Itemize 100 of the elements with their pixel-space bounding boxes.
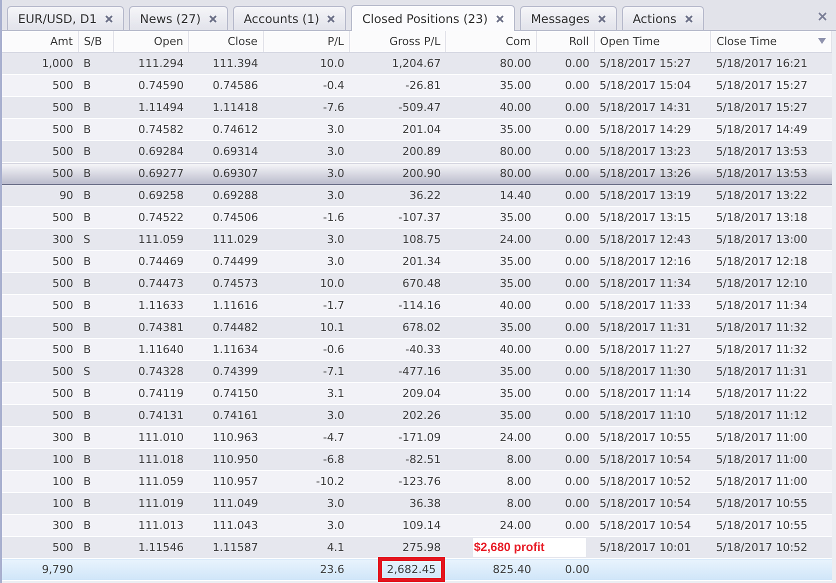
table-row[interactable]: 500 B 0.74381 0.74482 10.1 678.02 35.00 0.00 5/18/2017 11:31 5/18/2017 11:32: [2, 316, 832, 338]
table-row[interactable]: 300 B 111.013 111.043 3.0 109.14 24.00 0.00 5/18/2017 10:54 5/18/2017 10:55: [2, 514, 832, 536]
table-cell: 201.04: [402, 123, 441, 136]
table-row[interactable]: 500 B 0.69277 0.69307 3.0 200.90 80.00 0.00 5/18/2017 13:26 5/18/2017 13:53: [2, 162, 832, 184]
table-row[interactable]: 500 B 1.11546 1.11587 4.1 275.98 $2,680 profit 5/18/2017 10:01 5/18/2017 10:52: [2, 536, 832, 558]
table-cell: 111.013: [138, 519, 184, 532]
table-cell: 0.74469: [138, 255, 184, 268]
table-cell: 3.0: [326, 123, 344, 136]
table-cell: 5/18/2017 10:54: [599, 497, 692, 510]
table-cell: 0.00: [564, 299, 590, 312]
total-cell: 825.40: [492, 563, 532, 576]
table-cell: S: [83, 365, 90, 378]
table-row[interactable]: 1,000 B 111.294 111.394 10.0 1,204.67 80.00 0.00 5/18/2017 15:27 5/18/2017 16:21: [2, 52, 832, 74]
column-header[interactable]: Gross P/L: [349, 31, 446, 52]
table-row[interactable]: 500 B 0.74590 0.74586 -0.4 -26.81 35.00 0.00 5/18/2017 15:04 5/18/2017 15:27: [2, 74, 832, 96]
table-cell: 111.049: [212, 497, 258, 510]
table-cell: 111.029: [212, 233, 258, 246]
close-icon[interactable]: [496, 14, 504, 22]
table-cell: 3.0: [326, 497, 344, 510]
table-cell: 0.74131: [138, 409, 184, 422]
table-row[interactable]: 500 B 0.74473 0.74573 10.0 670.48 35.00 0.00 5/18/2017 11:34 5/18/2017 12:10: [2, 272, 832, 294]
table-cell: 275.98: [402, 541, 441, 554]
table-cell: 0.00: [564, 497, 590, 510]
table-cell: 5/18/2017 10:54: [599, 519, 692, 532]
table-cell: 36.22: [409, 189, 441, 202]
table-cell: -4.7: [322, 431, 344, 444]
table-row[interactable]: 500 B 0.74469 0.74499 3.0 201.34 35.00 0.00 5/18/2017 12:16 5/18/2017 12:18: [2, 250, 832, 272]
close-icon[interactable]: [598, 14, 606, 22]
tab[interactable]: News (27): [128, 6, 228, 30]
table-cell: B: [83, 343, 91, 356]
column-header[interactable]: S/B: [78, 31, 114, 52]
table-row[interactable]: 500 B 0.69284 0.69314 3.0 200.89 80.00 0.00 5/18/2017 13:23 5/18/2017 13:53: [2, 140, 832, 162]
table-cell: 110.963: [212, 431, 258, 444]
table-row[interactable]: 500 B 0.74119 0.74150 3.1 209.04 35.00 0.00 5/18/2017 11:14 5/18/2017 11:22: [2, 382, 832, 404]
table-row[interactable]: 500 B 1.11640 1.11634 -0.6 -40.33 40.00 0.00 5/18/2017 11:27 5/18/2017 11:32: [2, 338, 832, 360]
column-header[interactable]: Amt: [2, 31, 78, 52]
table-cell: 500: [52, 409, 74, 422]
close-icon[interactable]: [818, 12, 827, 21]
table-cell: 300: [52, 519, 74, 532]
table-cell: 5/18/2017 10:55: [716, 519, 808, 532]
table-cell: B: [83, 541, 91, 554]
table-cell: B: [83, 409, 91, 422]
table-cell: 500: [52, 101, 74, 114]
table-cell: 0.00: [564, 409, 590, 422]
table-cell: 5/18/2017 13:18: [716, 211, 808, 224]
tab[interactable]: Actions: [622, 6, 704, 30]
table-row[interactable]: 100 B 111.019 111.049 3.0 36.38 8.00 0.00 5/18/2017 10:54 5/18/2017 10:55: [2, 492, 832, 514]
tab[interactable]: Accounts (1): [232, 6, 346, 30]
table-row[interactable]: 500 S 0.74328 0.74399 -7.1 -477.16 35.00 0.00 5/18/2017 11:30 5/18/2017 11:31: [2, 360, 832, 382]
table-row[interactable]: 90 B 0.69258 0.69288 3.0 36.22 14.40 0.00 5/18/2017 13:19 5/18/2017 13:22: [2, 184, 832, 206]
close-icon[interactable]: [327, 14, 336, 22]
column-header[interactable]: Close: [188, 31, 264, 52]
tab[interactable]: Messages: [520, 6, 617, 30]
table-cell: 35.00: [500, 255, 532, 268]
column-header[interactable]: Roll: [536, 31, 594, 52]
table-row[interactable]: 300 B 111.010 110.963 -4.7 -171.09 24.00 0.00 5/18/2017 10:55 5/18/2017 11:00: [2, 426, 832, 448]
close-icon[interactable]: [104, 14, 113, 22]
table-row[interactable]: 500 B 0.74522 0.74506 -1.6 -107.37 35.00 0.00 5/18/2017 13:15 5/18/2017 13:18: [2, 206, 832, 228]
table-cell: 5/18/2017 13:53: [716, 145, 808, 158]
table-cell: 1.11418: [212, 101, 258, 114]
close-icon[interactable]: [208, 14, 217, 22]
table-row[interactable]: 500 B 0.74131 0.74161 3.0 202.26 35.00 0.00 5/18/2017 11:10 5/18/2017 11:12: [2, 404, 832, 426]
table-row[interactable]: 500 B 1.11633 1.11616 -1.7 -114.16 40.00 0.00 5/18/2017 11:33 5/18/2017 11:34: [2, 294, 832, 316]
table-row[interactable]: 500 B 1.11494 1.11418 -7.6 -509.47 40.00 0.00 5/18/2017 14:31 5/18/2017 15:27: [2, 96, 832, 118]
table-cell: 0.74522: [138, 211, 184, 224]
table-cell: 3.0: [326, 519, 344, 532]
table-cell: -26.81: [405, 79, 441, 92]
column-header[interactable]: Open Time: [594, 31, 711, 52]
total-cell: 0.00: [564, 563, 590, 576]
table-cell: -477.16: [398, 365, 441, 378]
table-cell: 3.0: [326, 189, 344, 202]
table-cell: 8.00: [506, 497, 532, 510]
table-cell: 5/18/2017 15:04: [599, 79, 692, 92]
tab[interactable]: Closed Positions (23): [351, 5, 515, 31]
table-cell: 100: [52, 497, 74, 510]
column-header[interactable]: Com: [446, 31, 536, 52]
column-header[interactable]: P/L: [263, 31, 350, 52]
table-row[interactable]: 500 B 0.74582 0.74612 3.0 201.04 35.00 0.00 5/18/2017 14:29 5/18/2017 14:49: [2, 118, 832, 140]
table-cell: B: [83, 475, 91, 488]
table-cell: 4.1: [326, 541, 344, 554]
table-cell: B: [83, 519, 91, 532]
table-cell: 5/18/2017 11:31: [716, 365, 808, 378]
table-cell: 0.74150: [212, 387, 258, 400]
table-cell: 500: [52, 299, 74, 312]
table-row[interactable]: 100 B 111.059 110.957 -10.2 -123.76 8.00 0.00 5/18/2017 10:52 5/18/2017 11:00: [2, 470, 832, 492]
table-row[interactable]: 300 S 111.059 111.029 3.0 108.75 24.00 0.00 5/18/2017 12:43 5/18/2017 13:00: [2, 228, 832, 250]
tab[interactable]: EUR/USD, D1: [7, 6, 124, 30]
table-cell: 3.0: [326, 255, 344, 268]
column-header[interactable]: Open: [113, 31, 189, 52]
table-cell: 0.00: [564, 79, 590, 92]
table-row[interactable]: 100 B 111.018 110.950 -6.8 -82.51 8.00 0.00 5/18/2017 10:54 5/18/2017 11:00: [2, 448, 832, 470]
close-icon[interactable]: [684, 14, 693, 22]
table-cell: 80.00: [500, 145, 532, 158]
table-cell: 90: [59, 189, 74, 202]
table-cell: 24.00: [500, 431, 532, 444]
table-cell: 0.00: [564, 453, 590, 466]
table-cell: 5/18/2017 11:34: [599, 277, 692, 290]
table-cell: 5/18/2017 14:49: [716, 123, 808, 136]
table-cell: 40.00: [500, 299, 532, 312]
column-header[interactable]: Close Time: [710, 31, 832, 52]
